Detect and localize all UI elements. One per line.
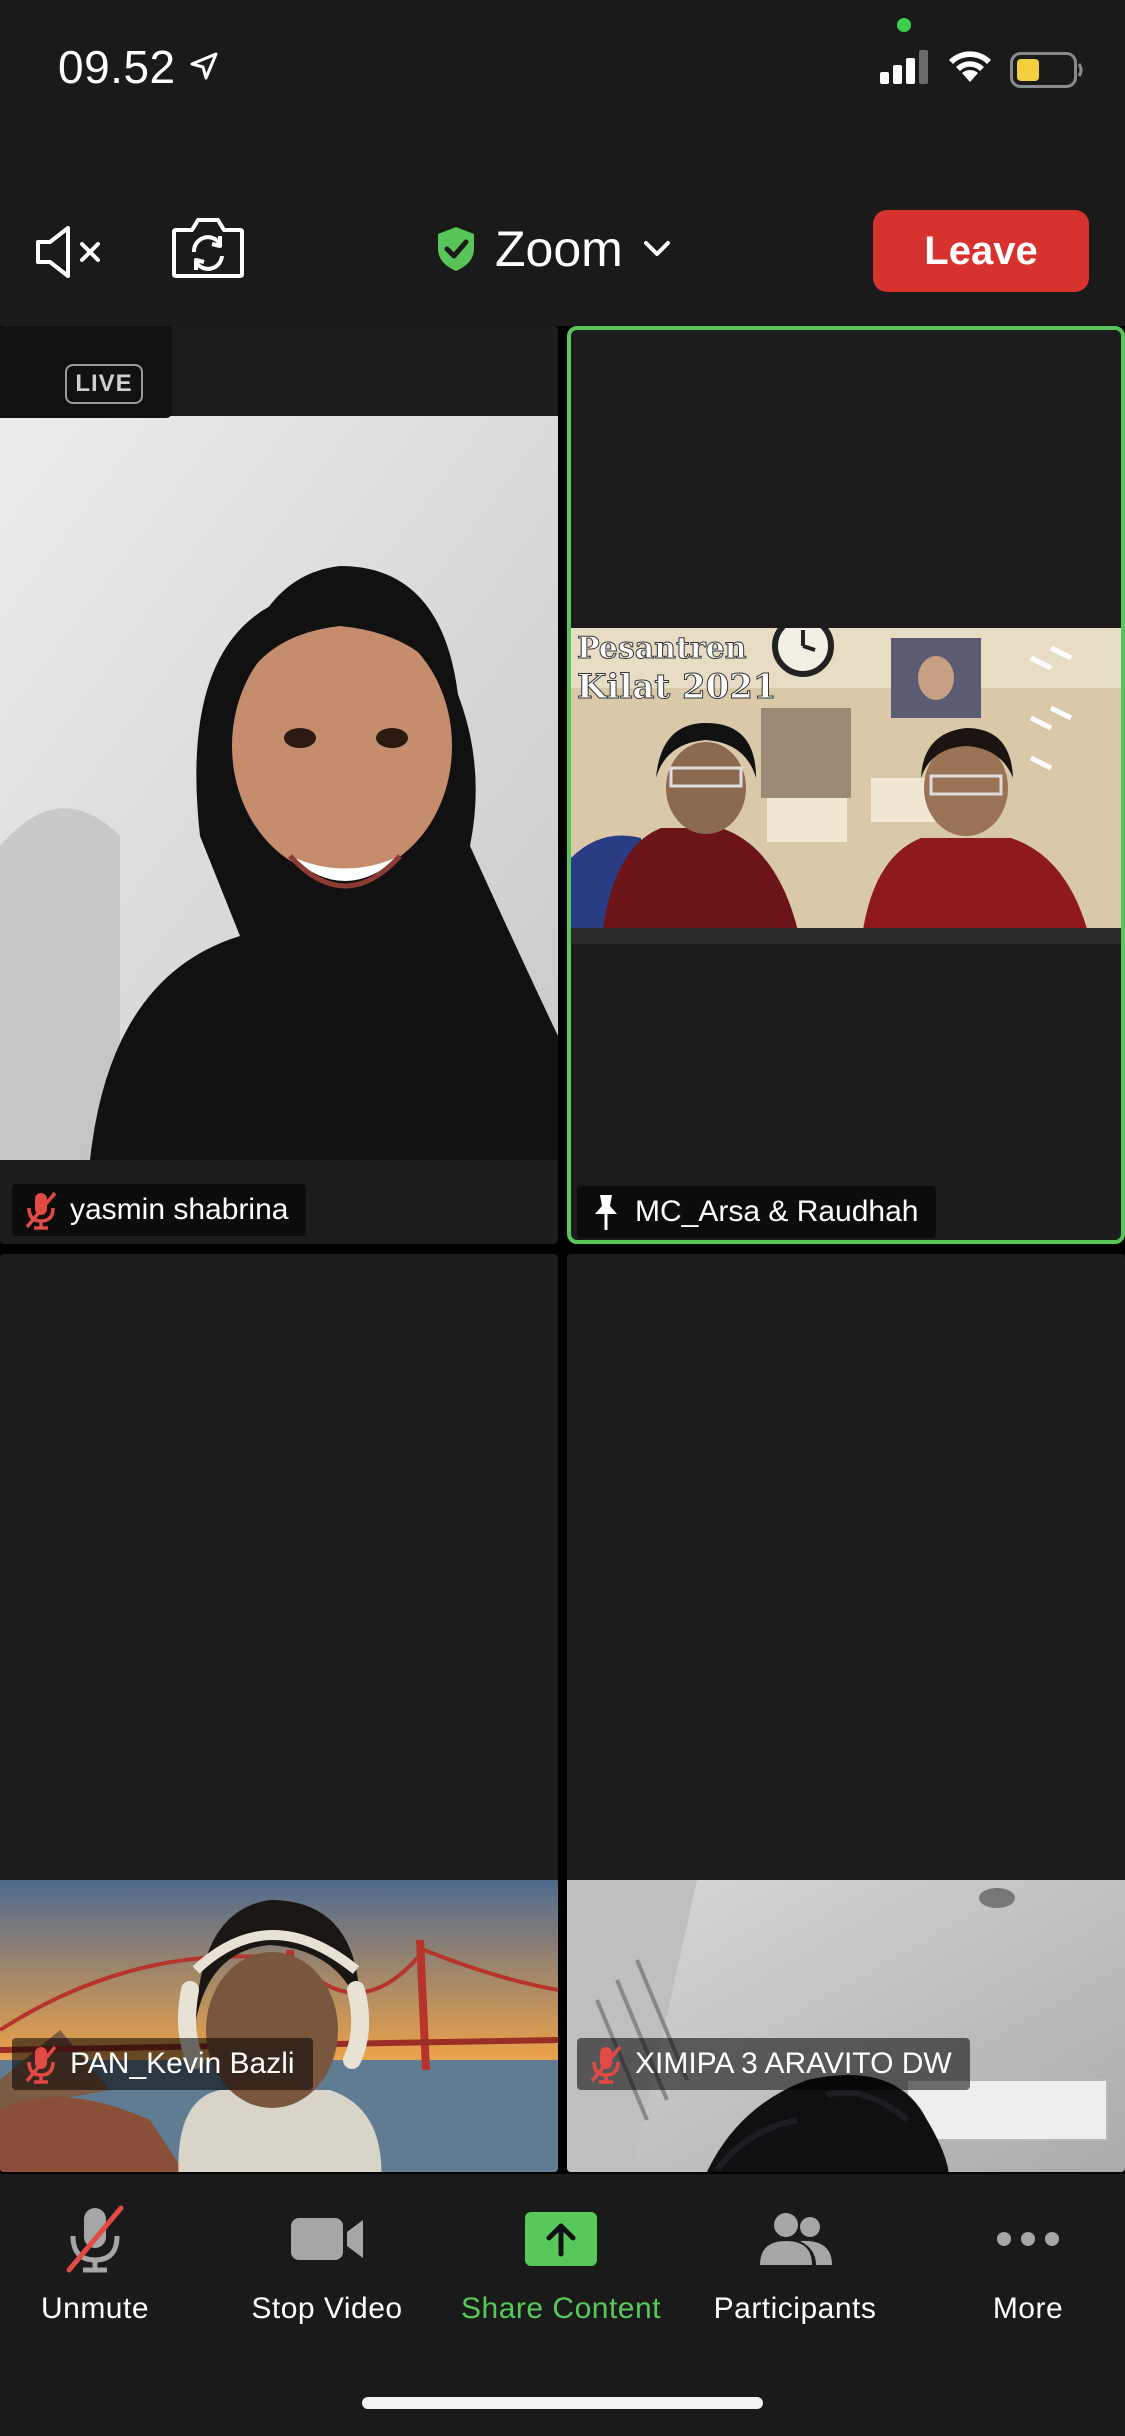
participant-name-label: PAN_Kevin Bazli <box>12 2038 313 2090</box>
stop-video-label: Stop Video <box>251 2292 403 2325</box>
participants-icon <box>760 2213 832 2265</box>
participant-name: MC_Arsa & Raudhah <box>635 1195 919 1228</box>
battery-icon <box>1010 52 1083 88</box>
mic-muted-icon <box>22 2044 60 2084</box>
participant-name-label: MC_Arsa & Raudhah <box>577 1186 937 1238</box>
home-indicator[interactable] <box>362 2397 763 2409</box>
participant-video: Pesantren Kilat 2021 <box>571 628 1121 944</box>
live-indicator-tab: LIVE <box>0 326 172 418</box>
speaker-muted-icon[interactable] <box>34 222 110 282</box>
meeting-title-dropdown[interactable]: Zoom <box>435 220 671 278</box>
participant-video <box>0 1880 558 2172</box>
unmute-button[interactable]: Unmute <box>0 2204 205 2326</box>
video-overlay-text: Pesantren <box>577 631 747 666</box>
shield-check-icon <box>438 227 474 271</box>
mic-muted-icon <box>66 2205 124 2273</box>
wifi-icon <box>949 51 991 82</box>
meeting-header: Zoom Leave <box>0 140 1125 326</box>
leave-button[interactable]: Leave <box>873 210 1089 292</box>
mic-muted-icon <box>22 1190 60 1230</box>
meeting-title: Zoom <box>495 221 623 277</box>
switch-camera-icon[interactable] <box>170 214 246 280</box>
participant-tile[interactable]: LIVE yasmin shabrina <box>0 326 558 1244</box>
participants-button[interactable]: Participants <box>685 2204 905 2326</box>
participant-video <box>0 416 558 1160</box>
video-overlay-text: Kilat 2021 <box>577 667 777 707</box>
video-gallery-grid: LIVE yasmin shabrina Pesantren Kilat 202… <box>0 326 1125 2174</box>
participant-name: yasmin shabrina <box>70 1193 289 1226</box>
privacy-indicator-dot <box>897 18 911 32</box>
participants-label: Participants <box>713 2292 877 2325</box>
participant-name-label: XIMIPA 3 ARAVITO DW <box>577 2038 970 2090</box>
chevron-down-icon <box>643 241 670 256</box>
participant-tile[interactable]: XIMIPA 3 ARAVITO DW <box>567 1254 1125 2172</box>
status-bar: 09.52 <box>0 0 1125 140</box>
more-button[interactable]: More <box>918 2204 1125 2326</box>
unmute-label: Unmute <box>40 2292 150 2325</box>
video-camera-icon <box>291 2218 363 2260</box>
stop-video-button[interactable]: Stop Video <box>217 2204 437 2326</box>
status-time: 09.52 <box>58 41 176 93</box>
participant-name: PAN_Kevin Bazli <box>70 2047 295 2080</box>
share-upload-icon <box>525 2212 597 2266</box>
participant-name-label: yasmin shabrina <box>12 1184 307 1236</box>
participant-tile-active-speaker[interactable]: Pesantren Kilat 2021 MC_Arsa & Raudhah <box>567 326 1125 1244</box>
more-dots-icon <box>997 2232 1059 2246</box>
share-content-button[interactable]: Share Content <box>451 2204 671 2326</box>
pin-icon <box>587 1192 625 1232</box>
participant-name: XIMIPA 3 ARAVITO DW <box>635 2047 952 2080</box>
cellular-signal-icon <box>880 50 928 84</box>
participant-video <box>567 1880 1125 2172</box>
participant-tile[interactable]: PAN_Kevin Bazli <box>0 1254 558 2172</box>
live-badge: LIVE <box>65 364 143 404</box>
location-arrow-icon <box>190 52 218 80</box>
share-content-label: Share Content <box>461 2292 661 2325</box>
more-label: More <box>992 2292 1064 2325</box>
mic-muted-icon <box>587 2044 625 2084</box>
